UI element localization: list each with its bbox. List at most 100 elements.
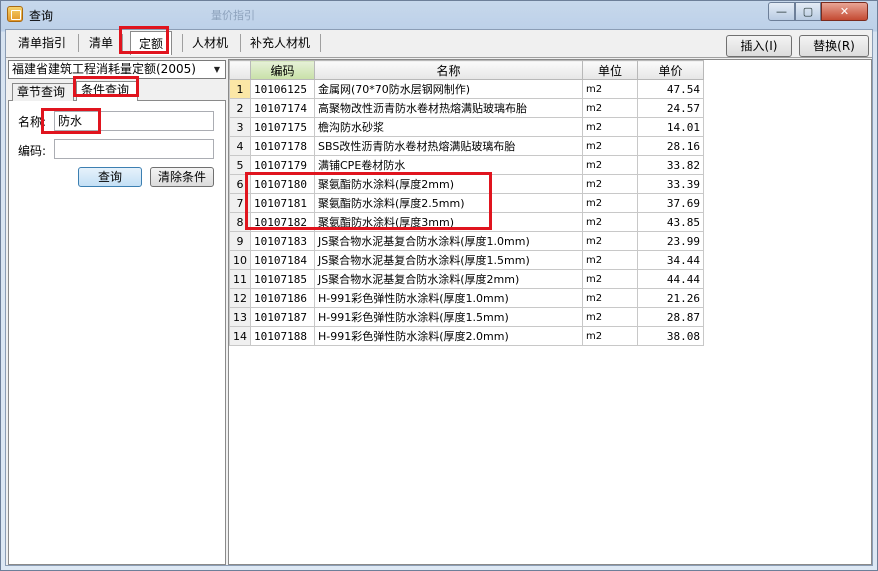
- unit-cell: m2: [582, 288, 638, 308]
- unit-cell: m2: [582, 174, 638, 194]
- table-row[interactable]: 8 10107182 聚氨酯防水涂料(厚度3mm) m2 43.85: [229, 212, 704, 232]
- code-cell: 10107187: [250, 307, 315, 327]
- code-input[interactable]: [54, 139, 214, 159]
- code-column-header[interactable]: 编码: [250, 60, 315, 80]
- row-index: 2: [229, 98, 251, 118]
- table-row[interactable]: 5 10107179 满铺CPE卷材防水 m2 33.82: [229, 155, 704, 175]
- app-icon: [7, 6, 23, 22]
- unit-cell: m2: [582, 79, 638, 99]
- unit-cell: m2: [582, 136, 638, 156]
- price-cell: 33.82: [637, 155, 704, 175]
- tab-chapter-query[interactable]: 章节查询: [12, 83, 74, 101]
- table-row[interactable]: 4 10107178 SBS改性沥青防水卷材热熔满贴玻璃布胎 m2 28.16: [229, 136, 704, 156]
- insert-button[interactable]: 插入(I): [726, 35, 792, 57]
- table-row[interactable]: 7 10107181 聚氨酯防水涂料(厚度2.5mm) m2 37.69: [229, 193, 704, 213]
- unit-cell: m2: [582, 250, 638, 270]
- price-cell: 33.39: [637, 174, 704, 194]
- background-window-title: 量价指引: [211, 9, 255, 22]
- price-cell: 28.87: [637, 307, 704, 327]
- price-cell: 47.54: [637, 79, 704, 99]
- table-row[interactable]: 10 10107184 JS聚合物水泥基复合防水涂料(厚度1.5mm) m2 34.44: [229, 250, 704, 270]
- tab-separator: [122, 34, 123, 52]
- query-window: 查询 量价指引 — ▢ ✕ 清单指引 清单 定额 人材机 补充人材机 插入(I)…: [0, 0, 878, 571]
- maximize-button[interactable]: ▢: [795, 2, 821, 21]
- unit-cell: m2: [582, 307, 638, 327]
- quota-library-select[interactable]: 福建省建筑工程消耗量定额(2005) ▼: [8, 60, 226, 79]
- tab-separator: [78, 34, 79, 52]
- tab-list[interactable]: 清单: [81, 33, 121, 53]
- price-cell: 37.69: [637, 193, 704, 213]
- name-cell: 聚氨酯防水涂料(厚度2.5mm): [314, 193, 583, 213]
- quota-library-value: 福建省建筑工程消耗量定额(2005): [12, 62, 196, 76]
- name-cell: JS聚合物水泥基复合防水涂料(厚度1.0mm): [314, 231, 583, 251]
- row-index: 7: [229, 193, 251, 213]
- name-cell: SBS改性沥青防水卷材热熔满贴玻璃布胎: [314, 136, 583, 156]
- row-index: 1: [229, 79, 251, 99]
- price-cell: 28.16: [637, 136, 704, 156]
- chevron-down-icon[interactable]: ▼: [210, 62, 224, 77]
- code-cell: 10107180: [250, 174, 315, 194]
- name-cell: 聚氨酯防水涂料(厚度2mm): [314, 174, 583, 194]
- name-cell: 檐沟防水砂浆: [314, 117, 583, 137]
- name-input[interactable]: 防水: [54, 111, 214, 131]
- code-cell: 10107185: [250, 269, 315, 289]
- code-cell: 10107182: [250, 212, 315, 232]
- name-cell: 高聚物改性沥青防水卷材热熔满贴玻璃布胎: [314, 98, 583, 118]
- row-index: 5: [229, 155, 251, 175]
- clear-conditions-button[interactable]: 清除条件: [150, 167, 214, 187]
- tab-separator: [182, 34, 183, 52]
- code-cell: 10106125: [250, 79, 315, 99]
- result-table: 编码 名称 单位 单价 1 10106125 金属网(70*70防水层钢网制作) m2…: [229, 60, 704, 346]
- name-label: 名称:: [18, 115, 47, 129]
- name-cell: 金属网(70*70防水层钢网制作): [314, 79, 583, 99]
- tab-condition-query[interactable]: 条件查询: [76, 81, 138, 102]
- close-button[interactable]: ✕: [821, 2, 868, 21]
- price-column-header[interactable]: 单价: [637, 60, 704, 80]
- row-index: 6: [229, 174, 251, 194]
- table-row[interactable]: 2 10107174 高聚物改性沥青防水卷材热熔满贴玻璃布胎 m2 24.57: [229, 98, 704, 118]
- tab-quota[interactable]: 定额: [130, 31, 173, 55]
- unit-cell: m2: [582, 117, 638, 137]
- name-cell: JS聚合物水泥基复合防水涂料(厚度1.5mm): [314, 250, 583, 270]
- table-body: 1 10106125 金属网(70*70防水层钢网制作) m2 47.54 2 101071…: [229, 79, 704, 346]
- price-cell: 14.01: [637, 117, 704, 137]
- code-cell: 10107181: [250, 193, 315, 213]
- index-header: [229, 60, 251, 80]
- row-index: 14: [229, 326, 251, 346]
- code-cell: 10107188: [250, 326, 315, 346]
- price-cell: 34.44: [637, 250, 704, 270]
- price-cell: 24.57: [637, 98, 704, 118]
- tab-list-guide[interactable]: 清单指引: [10, 33, 74, 53]
- table-row[interactable]: 11 10107185 JS聚合物水泥基复合防水涂料(厚度2mm) m2 44.44: [229, 269, 704, 289]
- name-cell: H-991彩色弹性防水涂料(厚度1.5mm): [314, 307, 583, 327]
- name-cell: 满铺CPE卷材防水: [314, 155, 583, 175]
- window-title: 查询: [29, 9, 54, 23]
- replace-button[interactable]: 替换(R): [799, 35, 869, 57]
- row-index: 9: [229, 231, 251, 251]
- table-row[interactable]: 3 10107175 檐沟防水砂浆 m2 14.01: [229, 117, 704, 137]
- code-cell: 10107178: [250, 136, 315, 156]
- name-column-header[interactable]: 名称: [314, 60, 583, 80]
- query-mode-tabs: 章节查询 条件查询: [8, 81, 226, 102]
- code-cell: 10107183: [250, 231, 315, 251]
- row-index: 10: [229, 250, 251, 270]
- title-bar[interactable]: 查询 量价指引 — ▢ ✕: [1, 1, 877, 29]
- table-row[interactable]: 14 10107188 H-991彩色弹性防水涂料(厚度2.0mm) m2 38.08: [229, 326, 704, 346]
- minimize-button[interactable]: —: [768, 2, 795, 21]
- unit-column-header[interactable]: 单位: [582, 60, 638, 80]
- row-index: 12: [229, 288, 251, 308]
- unit-cell: m2: [582, 155, 638, 175]
- table-row[interactable]: 6 10107180 聚氨酯防水涂料(厚度2mm) m2 33.39: [229, 174, 704, 194]
- table-row[interactable]: 12 10107186 H-991彩色弹性防水涂料(厚度1.0mm) m2 21.26: [229, 288, 704, 308]
- table-row[interactable]: 9 10107183 JS聚合物水泥基复合防水涂料(厚度1.0mm) m2 23.99: [229, 231, 704, 251]
- row-index: 13: [229, 307, 251, 327]
- result-grid: 编码 名称 单位 单价 1 10106125 金属网(70*70防水层钢网制作) m2…: [228, 59, 872, 565]
- table-header-row: 编码 名称 单位 单价: [229, 60, 704, 80]
- tab-labor-material-machine[interactable]: 人材机: [184, 33, 236, 53]
- table-row[interactable]: 1 10106125 金属网(70*70防水层钢网制作) m2 47.54: [229, 79, 704, 99]
- query-button[interactable]: 查询: [78, 167, 142, 187]
- tab-supplement-labor-material-machine[interactable]: 补充人材机: [242, 33, 318, 53]
- table-row[interactable]: 13 10107187 H-991彩色弹性防水涂料(厚度1.5mm) m2 28.87: [229, 307, 704, 327]
- unit-cell: m2: [582, 231, 638, 251]
- tab-separator: [320, 34, 321, 52]
